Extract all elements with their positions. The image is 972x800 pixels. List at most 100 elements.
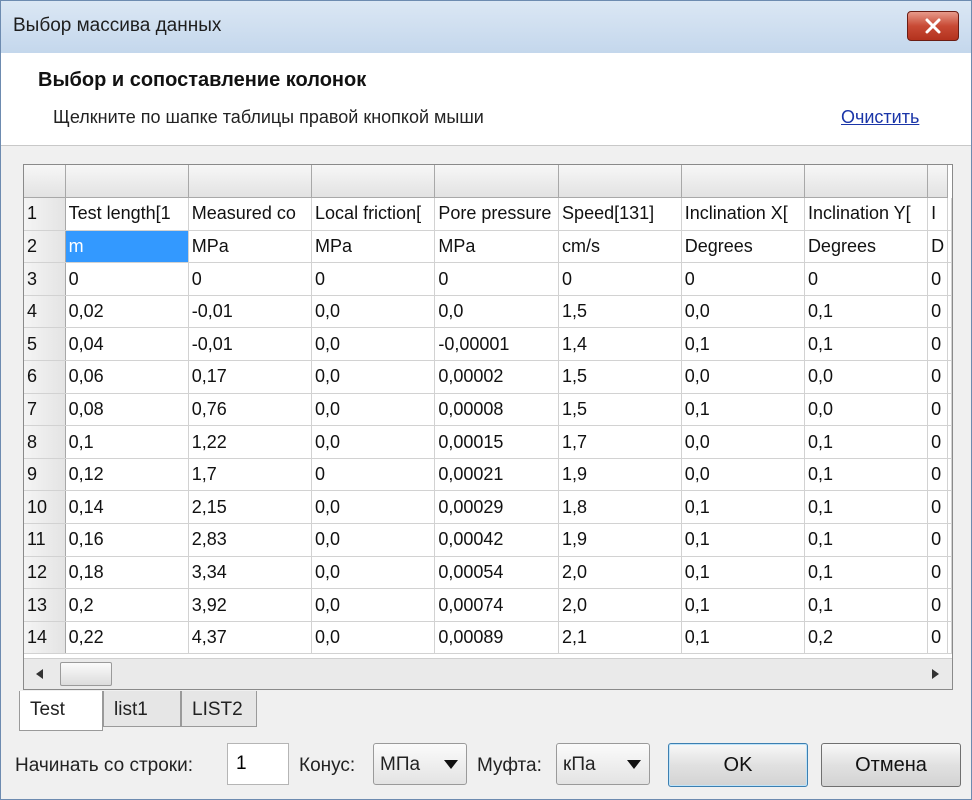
column-header[interactable] — [311, 165, 436, 199]
grid-cell[interactable]: 0,1 — [65, 425, 189, 459]
scroll-right-button[interactable] — [922, 659, 950, 689]
grid-cell[interactable]: 0 — [434, 262, 560, 296]
grid-cell[interactable]: 0 — [558, 262, 682, 296]
tab-list2[interactable]: LIST2 — [181, 691, 257, 727]
grid-cell[interactable]: 0,1 — [804, 588, 929, 622]
grid-cell[interactable]: Speed[131] — [558, 197, 682, 231]
grid-cell[interactable]: 4,37 — [188, 621, 313, 655]
row-header[interactable]: 3 — [24, 262, 66, 296]
close-button[interactable] — [907, 11, 959, 41]
column-header-row[interactable] — [24, 165, 952, 199]
grid-cell[interactable]: -0,01 — [188, 327, 313, 362]
grid-cell[interactable]: 0,0 — [311, 425, 436, 459]
row-header[interactable]: 13 — [24, 588, 66, 622]
grid-cell[interactable]: 0,00008 — [434, 393, 560, 427]
grid-cell[interactable]: MPa — [311, 230, 436, 264]
grid-cell[interactable]: 0,0 — [311, 556, 436, 590]
grid-cell[interactable]: 0 — [927, 490, 948, 525]
grid-cell[interactable]: Local friction[ — [311, 197, 436, 231]
grid-cell[interactable]: 0,00021 — [434, 458, 560, 492]
grid-cell[interactable]: 0,2 — [65, 588, 189, 622]
grid-cell[interactable]: 0,0 — [804, 360, 929, 394]
grid-cell[interactable]: 0,00015 — [434, 425, 560, 459]
grid-cell[interactable]: 0,1 — [681, 327, 805, 362]
grid-cell[interactable]: 1,5 — [558, 360, 682, 394]
grid-cell[interactable]: -0,00001 — [434, 327, 560, 362]
grid-cell[interactable]: D — [927, 230, 948, 264]
grid-cell[interactable]: 0,0 — [681, 425, 805, 459]
corner-header[interactable] — [24, 165, 66, 199]
grid-cell[interactable]: m — [65, 230, 189, 264]
grid-cell[interactable]: 0 — [927, 621, 948, 655]
grid-cell[interactable]: 0,00054 — [434, 556, 560, 590]
grid-cell[interactable]: 0,0 — [311, 523, 436, 557]
muff-unit-select[interactable]: кПа — [556, 743, 650, 785]
row-header[interactable]: 6 — [24, 360, 66, 394]
start-row-input[interactable] — [227, 743, 289, 785]
row-header[interactable]: 4 — [24, 295, 66, 329]
grid-cell[interactable]: 0 — [188, 262, 313, 296]
grid-cell[interactable]: 0,0 — [311, 588, 436, 622]
grid-cell[interactable]: I — [927, 197, 948, 231]
grid-cell[interactable]: 0 — [927, 360, 948, 394]
grid-cell[interactable]: 0,1 — [804, 458, 929, 492]
row-header[interactable]: 7 — [24, 393, 66, 427]
grid-cell[interactable]: 2,0 — [558, 588, 682, 622]
scroll-left-button[interactable] — [26, 659, 54, 689]
grid-cell[interactable]: 0 — [311, 458, 436, 492]
grid-cell[interactable]: 1,4 — [558, 327, 682, 362]
grid-cell[interactable]: 0,00042 — [434, 523, 560, 557]
grid-cell[interactable]: 2,1 — [558, 621, 682, 655]
grid-cell[interactable]: 0 — [927, 556, 948, 590]
grid-cell[interactable]: MPa — [188, 230, 313, 264]
grid-cell[interactable]: 0,22 — [65, 621, 189, 655]
grid-cell[interactable]: 0,00089 — [434, 621, 560, 655]
grid-cell[interactable]: Inclination X[ — [681, 197, 805, 231]
grid-cell[interactable]: 0,0 — [311, 490, 436, 525]
grid-cell[interactable]: Pore pressure — [434, 197, 560, 231]
grid-cell[interactable]: 0 — [311, 262, 436, 296]
grid-cell[interactable]: 0,1 — [681, 523, 805, 557]
grid-cell[interactable]: Inclination Y[ — [804, 197, 929, 231]
grid-cell[interactable]: 0,00074 — [434, 588, 560, 622]
grid-cell[interactable]: -0,01 — [188, 295, 313, 329]
column-header[interactable] — [558, 165, 682, 199]
grid-cell[interactable]: 0,0 — [311, 621, 436, 655]
column-header[interactable] — [434, 165, 560, 199]
row-header[interactable]: 8 — [24, 425, 66, 459]
grid-cell[interactable]: 0,1 — [681, 490, 805, 525]
grid-cell[interactable]: 0,0 — [681, 458, 805, 492]
grid-cell[interactable]: 1,8 — [558, 490, 682, 525]
horizontal-scrollbar[interactable] — [24, 658, 952, 689]
grid-cell[interactable]: 0,1 — [804, 295, 929, 329]
grid-cell[interactable]: 0,18 — [65, 556, 189, 590]
grid-cell[interactable]: 0,1 — [681, 588, 805, 622]
grid-cell[interactable]: 1,9 — [558, 523, 682, 557]
row-header[interactable]: 11 — [24, 523, 66, 557]
grid-cell[interactable]: Measured co — [188, 197, 313, 231]
row-header[interactable]: 14 — [24, 621, 66, 655]
grid-cell[interactable]: 0 — [681, 262, 805, 296]
grid-cell[interactable]: 2,83 — [188, 523, 313, 557]
grid-cell[interactable]: 0 — [927, 523, 948, 557]
grid-cell[interactable]: 0,1 — [804, 556, 929, 590]
title-bar[interactable]: Выбор массива данных — [1, 1, 971, 53]
clear-link[interactable]: Очистить — [841, 107, 919, 128]
grid-cell[interactable]: 0,12 — [65, 458, 189, 492]
grid-cell[interactable]: 0,1 — [681, 393, 805, 427]
grid-cell[interactable]: 0,1 — [804, 327, 929, 362]
tab-test[interactable]: Test — [19, 691, 103, 731]
row-header[interactable]: 10 — [24, 490, 66, 525]
grid-cell[interactable]: Degrees — [804, 230, 929, 264]
grid-cell[interactable]: 0,1 — [681, 556, 805, 590]
grid-cell[interactable]: 0,04 — [65, 327, 189, 362]
row-header[interactable]: 12 — [24, 556, 66, 590]
grid-cell[interactable]: 0 — [927, 327, 948, 362]
grid-cell[interactable]: 0 — [927, 295, 948, 329]
grid-cell[interactable]: 0,14 — [65, 490, 189, 525]
grid-cell[interactable]: cm/s — [558, 230, 682, 264]
grid-cell[interactable]: 0,0 — [311, 295, 436, 329]
column-header[interactable] — [927, 165, 948, 199]
grid-cell[interactable]: 0,16 — [65, 523, 189, 557]
row-header[interactable]: 1 — [24, 197, 66, 231]
